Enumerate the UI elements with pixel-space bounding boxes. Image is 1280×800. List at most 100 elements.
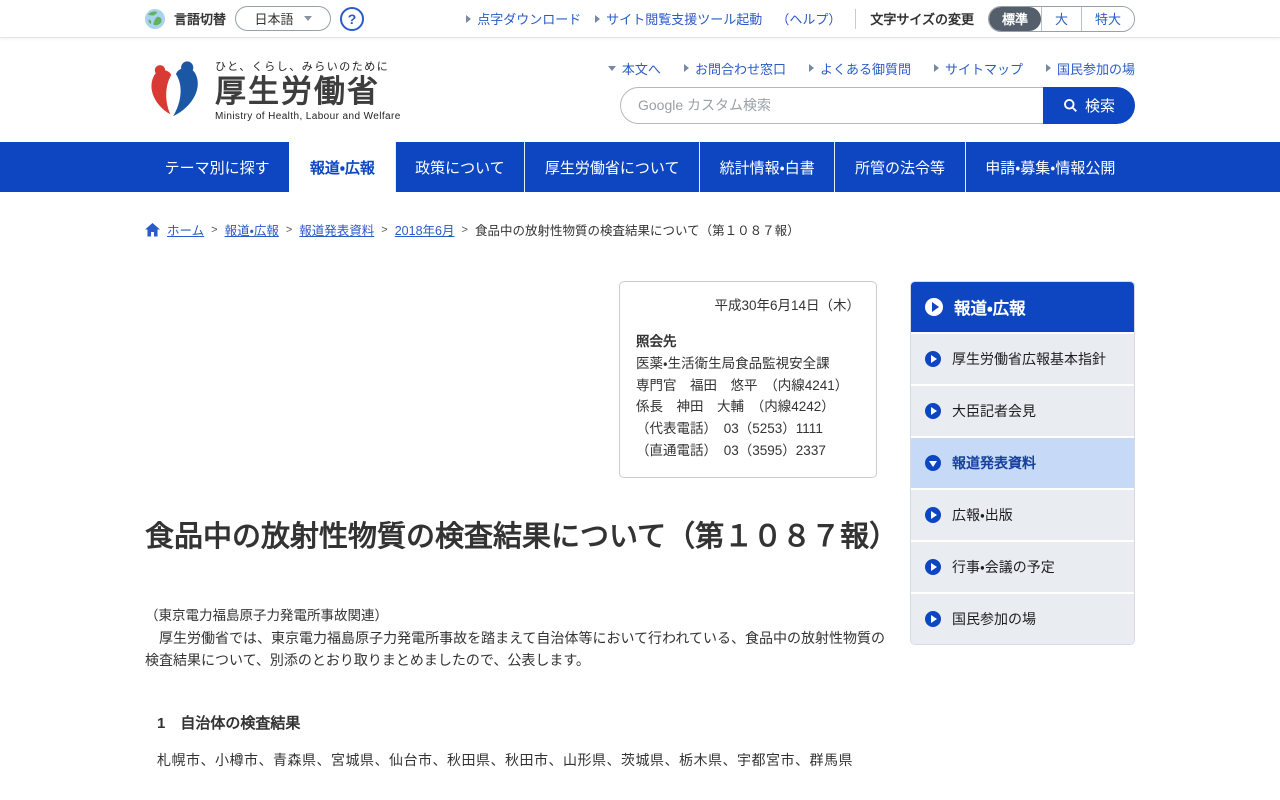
nav-item-policy[interactable]: 政策について xyxy=(394,142,525,192)
sidebar-item-label: 行事・会議の予定 xyxy=(952,559,1055,575)
release-date: 平成30年6月14日（木） xyxy=(714,298,860,313)
contact-window-link[interactable]: お問合わせ窓口 xyxy=(683,59,786,78)
arrow-right-icon xyxy=(466,14,472,23)
faq-link[interactable]: よくある御質問 xyxy=(808,59,911,78)
sidebar-item-minister-press-conference[interactable]: 大臣記者会見 xyxy=(911,384,1134,436)
contact-info-box: 平成30年6月14日（木） 照会先 医薬・生活衛生局食品監視安全課 専門官 福田… xyxy=(619,281,877,479)
accessibility-help-link[interactable]: （ヘルプ） xyxy=(776,9,841,28)
breadcrumb-separator xyxy=(211,224,217,236)
site-title-english: Ministry of Health, Labour and Welfare xyxy=(215,111,401,123)
arrow-right-circle-icon xyxy=(925,611,941,627)
font-size-large-button[interactable]: 大 xyxy=(1040,6,1081,31)
contact-line: 医薬・生活衛生局食品監視安全課 xyxy=(636,355,830,371)
home-icon[interactable] xyxy=(145,222,160,237)
skip-to-content-link[interactable]: 本文へ xyxy=(607,59,661,78)
public-participation-label: 国民参加の場 xyxy=(1056,61,1135,77)
article-column: 平成30年6月14日（木） 照会先 医薬・生活衛生局食品監視安全課 専門官 福田… xyxy=(145,281,899,770)
sidebar-item-label: 広報・出版 xyxy=(952,507,1013,523)
language-label: 言語切替 xyxy=(174,12,227,27)
sidebar-item-label: 報道発表資料 xyxy=(952,455,1036,471)
breadcrumb-press-link[interactable]: 報道・広報 xyxy=(225,220,279,239)
language-select[interactable]: 日本語 xyxy=(235,6,332,31)
sitemap-label: サイトマップ xyxy=(944,61,1023,77)
language-value: 日本語 xyxy=(254,12,294,27)
skip-to-content-label: 本文へ xyxy=(621,61,661,77)
globe-icon xyxy=(145,8,165,29)
sitemap-link[interactable]: サイトマップ xyxy=(933,59,1023,78)
arrow-right-circle-icon xyxy=(925,559,941,575)
font-size-standard-button[interactable]: 標準 xyxy=(988,6,1041,31)
article-paragraph: 厚生労働省では、東京電力福島原子力発電所事故を踏まえて自治体等において行われてい… xyxy=(145,629,885,669)
sidebar-item-events-schedule[interactable]: 行事・会議の予定 xyxy=(911,540,1134,592)
contact-line: （代表電話） 03（5253）1111 xyxy=(636,421,823,437)
global-navigation: テーマ別に探す 報道・広報 政策について 厚生労働省について 統計情報・白書 所… xyxy=(0,142,1280,192)
sidebar-item-pr-policy[interactable]: 厚生労働省広報基本指針 xyxy=(911,332,1134,384)
sidebar-item-label: 大臣記者会見 xyxy=(952,403,1036,419)
site-search: 検索 xyxy=(620,86,1135,124)
nav-item-statistics[interactable]: 統計情報・白書 xyxy=(699,142,834,192)
accessibility-tool-link[interactable]: サイト閲覧支援ツール起動 xyxy=(595,9,762,28)
arrow-right-icon xyxy=(595,14,601,23)
language-switcher: 言語切替 日本語 ? xyxy=(145,6,365,31)
article-note: （東京電力福島原子力発電所事故関連） xyxy=(145,607,388,623)
sidebar-item-public-participation[interactable]: 国民参加の場 xyxy=(911,592,1134,644)
arrow-down-icon xyxy=(607,65,616,71)
nav-item-press[interactable]: 報道・広報 xyxy=(289,142,395,192)
arrow-right-circle-icon xyxy=(925,351,941,367)
arrow-right-icon xyxy=(683,64,689,72)
nav-item-themes[interactable]: テーマ別に探す xyxy=(145,142,289,192)
breadcrumb-separator xyxy=(462,224,468,236)
arrow-down-circle-icon xyxy=(925,455,941,471)
contact-line: （直通電話） 03（3595）2337 xyxy=(636,443,826,459)
font-size-switcher: 標準 大 特大 xyxy=(987,5,1135,32)
sidebar-header-label: 報道・広報 xyxy=(954,300,1026,318)
breadcrumb-home-link[interactable]: ホーム xyxy=(167,220,204,239)
breadcrumb-current-page: 食品中の放射性物質の検査結果について（第１０８７報） xyxy=(474,224,800,238)
mhlw-logo[interactable]: ひと、くらし、みらいのために 厚生労働省 Ministry of Health,… xyxy=(145,58,401,122)
search-button-label: 検索 xyxy=(1084,97,1115,115)
search-button[interactable]: 検索 xyxy=(1043,86,1135,124)
header-quick-links: 本文へ お問合わせ窓口 よくある御質問 サイトマップ 国民参加の場 xyxy=(607,59,1135,78)
sidebar-item-label: 国民参加の場 xyxy=(952,611,1036,627)
chevron-down-icon xyxy=(303,16,312,21)
breadcrumb-separator xyxy=(381,224,387,236)
language-help-icon[interactable]: ? xyxy=(340,6,365,31)
arrow-right-icon xyxy=(808,64,814,72)
site-header: ひと、くらし、みらいのために 厚生労働省 Ministry of Health,… xyxy=(0,38,1280,142)
sidebar-header-press[interactable]: 報道・広報 xyxy=(911,282,1134,332)
logo-tagline: ひと、くらし、みらいのために xyxy=(215,60,390,73)
contact-line: 専門官 福田 悠平 （内線4241） xyxy=(636,377,849,393)
breadcrumb-separator xyxy=(286,224,292,236)
nav-item-about[interactable]: 厚生労働省について xyxy=(524,142,699,192)
page-title: 食品中の放射性物質の検査結果について（第１０８７報） xyxy=(145,521,899,554)
arrow-right-icon xyxy=(933,64,939,72)
contact-line: 係長 神田 大輔 （内線4242） xyxy=(636,399,835,415)
arrow-right-icon xyxy=(1045,64,1051,72)
public-participation-link[interactable]: 国民参加の場 xyxy=(1045,59,1135,78)
section-1-text: 札幌市、小樽市、青森県、宮城県、仙台市、秋田県、秋田市、山形県、茨城県、栃木県、… xyxy=(157,751,853,768)
breadcrumb: ホーム 報道・広報 報道発表資料 2018年6月 食品中の放射性物質の検査結果に… xyxy=(0,220,1280,239)
font-size-xlarge-button[interactable]: 特大 xyxy=(1080,6,1134,31)
contact-heading: 照会先 xyxy=(636,333,677,349)
search-input[interactable] xyxy=(620,86,1043,124)
arrow-right-circle-icon xyxy=(925,403,941,419)
site-title: 厚生労働省 xyxy=(215,73,380,109)
divider xyxy=(855,8,857,29)
nav-item-applications[interactable]: 申請・募集・情報公開 xyxy=(964,142,1135,192)
utility-links: 点字ダウンロード サイト閲覧支援ツール起動 （ヘルプ） 文字サイズの変更 標準 … xyxy=(466,5,1135,32)
sidebar-item-publications[interactable]: 広報・出版 xyxy=(911,488,1134,540)
breadcrumb-month-link[interactable]: 2018年6月 xyxy=(395,220,455,239)
braille-download-link[interactable]: 点字ダウンロード xyxy=(466,9,581,28)
nav-item-laws[interactable]: 所管の法令等 xyxy=(834,142,964,192)
main-content: 平成30年6月14日（木） 照会先 医薬・生活衛生局食品監視安全課 専門官 福田… xyxy=(145,281,1135,770)
breadcrumb-press-release-link[interactable]: 報道発表資料 xyxy=(299,220,374,239)
search-icon xyxy=(1064,98,1077,112)
arrow-right-circle-icon xyxy=(925,298,943,316)
sidebar-item-press-releases[interactable]: 報道発表資料 xyxy=(911,436,1134,488)
arrow-right-circle-icon xyxy=(925,507,941,523)
font-size-label: 文字サイズの変更 xyxy=(870,12,974,27)
section-1-heading: 1 自治体の検査結果 xyxy=(157,714,301,732)
braille-download-label: 点字ダウンロード xyxy=(477,12,582,27)
accessibility-tool-label: サイト閲覧支援ツール起動 xyxy=(606,12,763,27)
sidebar-item-label: 厚生労働省広報基本指針 xyxy=(952,351,1106,367)
